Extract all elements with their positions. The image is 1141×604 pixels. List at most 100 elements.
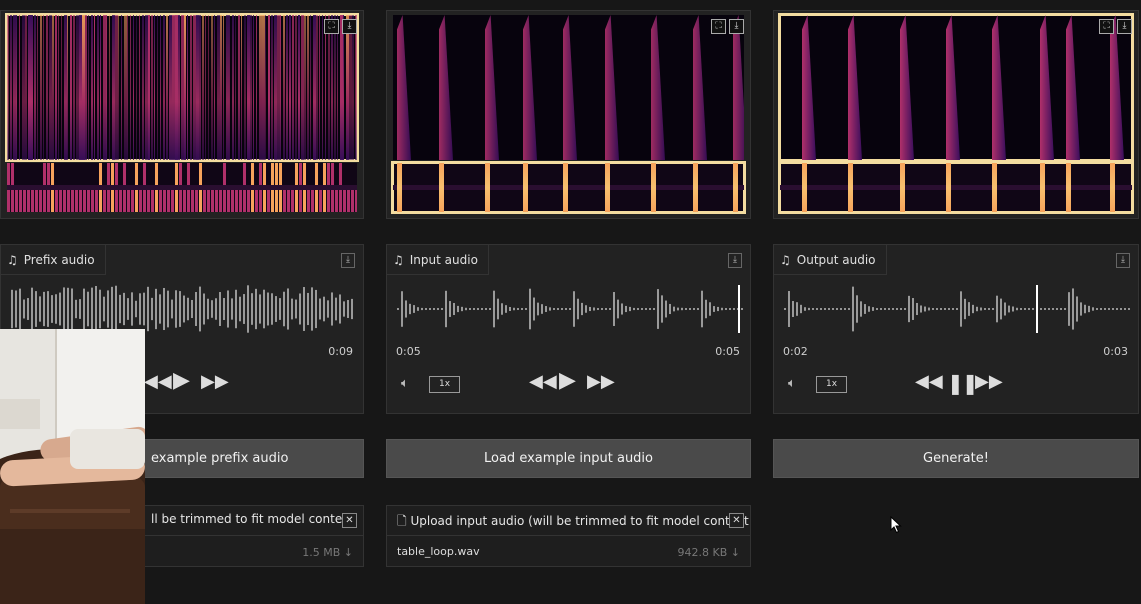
- spectrogram-stripe: [43, 15, 44, 160]
- waveform-bar: [1088, 305, 1090, 313]
- download-icon[interactable]: ⤓: [729, 19, 744, 34]
- waveform-bar: [960, 291, 962, 327]
- spectrogram-stripe: [202, 15, 204, 160]
- waveform-bar: [1024, 308, 1026, 310]
- chroma-stripe: [79, 187, 82, 212]
- waveform-bar: [39, 296, 41, 322]
- waveform-bar: [195, 291, 197, 327]
- waveform-bar: [1100, 308, 1102, 310]
- waveform-bar: [617, 299, 619, 319]
- chroma-stripe: [1040, 163, 1045, 212]
- waveform-bar: [721, 307, 723, 311]
- output-waveform[interactable]: [782, 283, 1132, 335]
- spectrogram-stripe: [184, 15, 186, 160]
- music-note-icon: ♫: [7, 252, 18, 267]
- waveform-bar: [251, 293, 253, 325]
- generate-button[interactable]: Generate!: [773, 439, 1139, 478]
- play-icon[interactable]: ▶: [173, 368, 190, 393]
- waveform-bar: [1032, 308, 1034, 310]
- play-icon[interactable]: ▶: [559, 368, 576, 393]
- waveform-bar: [231, 298, 233, 320]
- waveform-bar: [569, 308, 571, 310]
- rewind-icon[interactable]: ◀◀: [529, 371, 557, 392]
- waveform-bar: [11, 289, 13, 329]
- waveform-bar: [824, 308, 826, 310]
- spectrogram-stripe: [154, 15, 155, 160]
- waveform-bar: [47, 291, 49, 327]
- prefix-waveform[interactable]: [9, 283, 355, 335]
- waveform-bar: [239, 296, 241, 322]
- chroma-stripe: [1110, 163, 1115, 212]
- waveform-bar: [924, 306, 926, 312]
- chroma-stripe: [119, 187, 122, 212]
- waveform-bar: [143, 292, 145, 326]
- close-icon[interactable]: ✕: [342, 513, 357, 528]
- waveform-bar: [557, 308, 559, 310]
- close-icon[interactable]: ✕: [729, 513, 744, 528]
- waveform-bar: [429, 308, 431, 310]
- waveform-bar: [67, 287, 69, 331]
- waveform-bar: [1116, 308, 1118, 310]
- waveform-bar: [1012, 306, 1014, 312]
- spectrogram-stripe: [316, 15, 318, 160]
- chroma-stripe: [651, 163, 656, 212]
- onset-shape: [651, 15, 665, 160]
- rewind-icon[interactable]: ◀◀: [144, 371, 172, 392]
- download-icon[interactable]: ⤓: [1116, 253, 1130, 268]
- rewind-icon[interactable]: ◀◀: [915, 371, 943, 392]
- waveform-bar: [299, 293, 301, 325]
- waveform-bar: [397, 308, 399, 310]
- spectrogram-stripe: [157, 15, 158, 160]
- pause-icon[interactable]: ❚❚: [947, 371, 978, 395]
- waveform-bar: [1112, 308, 1114, 310]
- fullscreen-icon[interactable]: ⛶: [1099, 19, 1114, 34]
- input-waveform[interactable]: [395, 283, 744, 335]
- waveform-bar: [83, 288, 85, 330]
- input-audio-label: ♫ Input audio: [387, 245, 489, 275]
- speed-button[interactable]: 1x: [816, 376, 847, 393]
- waveform-bar: [928, 307, 930, 311]
- waveform-bar: [729, 308, 731, 310]
- download-icon[interactable]: ⤓: [1117, 19, 1132, 34]
- input-time-start: 0:05: [396, 345, 421, 358]
- waveform-bar: [581, 302, 583, 316]
- volume-icon[interactable]: 🔈︎: [788, 376, 796, 391]
- download-icon[interactable]: ⤓: [728, 253, 742, 268]
- waveform-bar: [1028, 308, 1030, 310]
- download-icon[interactable]: ⤓: [342, 19, 357, 34]
- mouse-cursor-icon: [890, 516, 902, 534]
- waveform-bar: [701, 290, 703, 328]
- spectrogram-stripe: [16, 15, 17, 160]
- forward-icon[interactable]: ▶▶: [587, 371, 615, 392]
- input-upload-area[interactable]: 🗋 Upload input audio (will be trimmed to…: [386, 505, 751, 567]
- waveform-bar: [856, 295, 858, 323]
- waveform-bar: [804, 307, 806, 311]
- output-time-end: 0:03: [1103, 345, 1128, 358]
- chroma-stripe: [163, 187, 166, 212]
- waveform-bar: [307, 292, 309, 326]
- waveform-bar: [401, 291, 403, 327]
- fullscreen-icon[interactable]: ⛶: [324, 19, 339, 34]
- download-icon[interactable]: ⤓: [341, 253, 355, 268]
- waveform-bar: [517, 308, 519, 310]
- spectrogram-stripe: [61, 15, 62, 160]
- load-example-input-button[interactable]: Load example input audio: [386, 439, 751, 478]
- waveform-bar: [171, 299, 173, 319]
- fullscreen-icon[interactable]: ⛶: [711, 19, 726, 34]
- volume-icon[interactable]: 🔈︎: [401, 376, 409, 391]
- forward-icon[interactable]: ▶▶: [975, 371, 1003, 392]
- waveform-bar: [1020, 308, 1022, 310]
- waveform-bar: [665, 300, 667, 318]
- spectrogram-stripe: [94, 15, 95, 160]
- spectrogram-stripe: [52, 15, 54, 160]
- waveform-bar: [844, 308, 846, 310]
- speed-button[interactable]: 1x: [429, 376, 460, 393]
- waveform-bar: [15, 290, 17, 328]
- input-spectrogram-panel: ⛶ ⤓: [386, 10, 751, 219]
- waveform-bar: [465, 307, 467, 311]
- forward-icon[interactable]: ▶▶: [201, 371, 229, 392]
- waveform-bar: [481, 308, 483, 310]
- chroma-stripe: [167, 187, 170, 212]
- chroma-stripe: [267, 187, 270, 212]
- input-chroma: [391, 161, 746, 214]
